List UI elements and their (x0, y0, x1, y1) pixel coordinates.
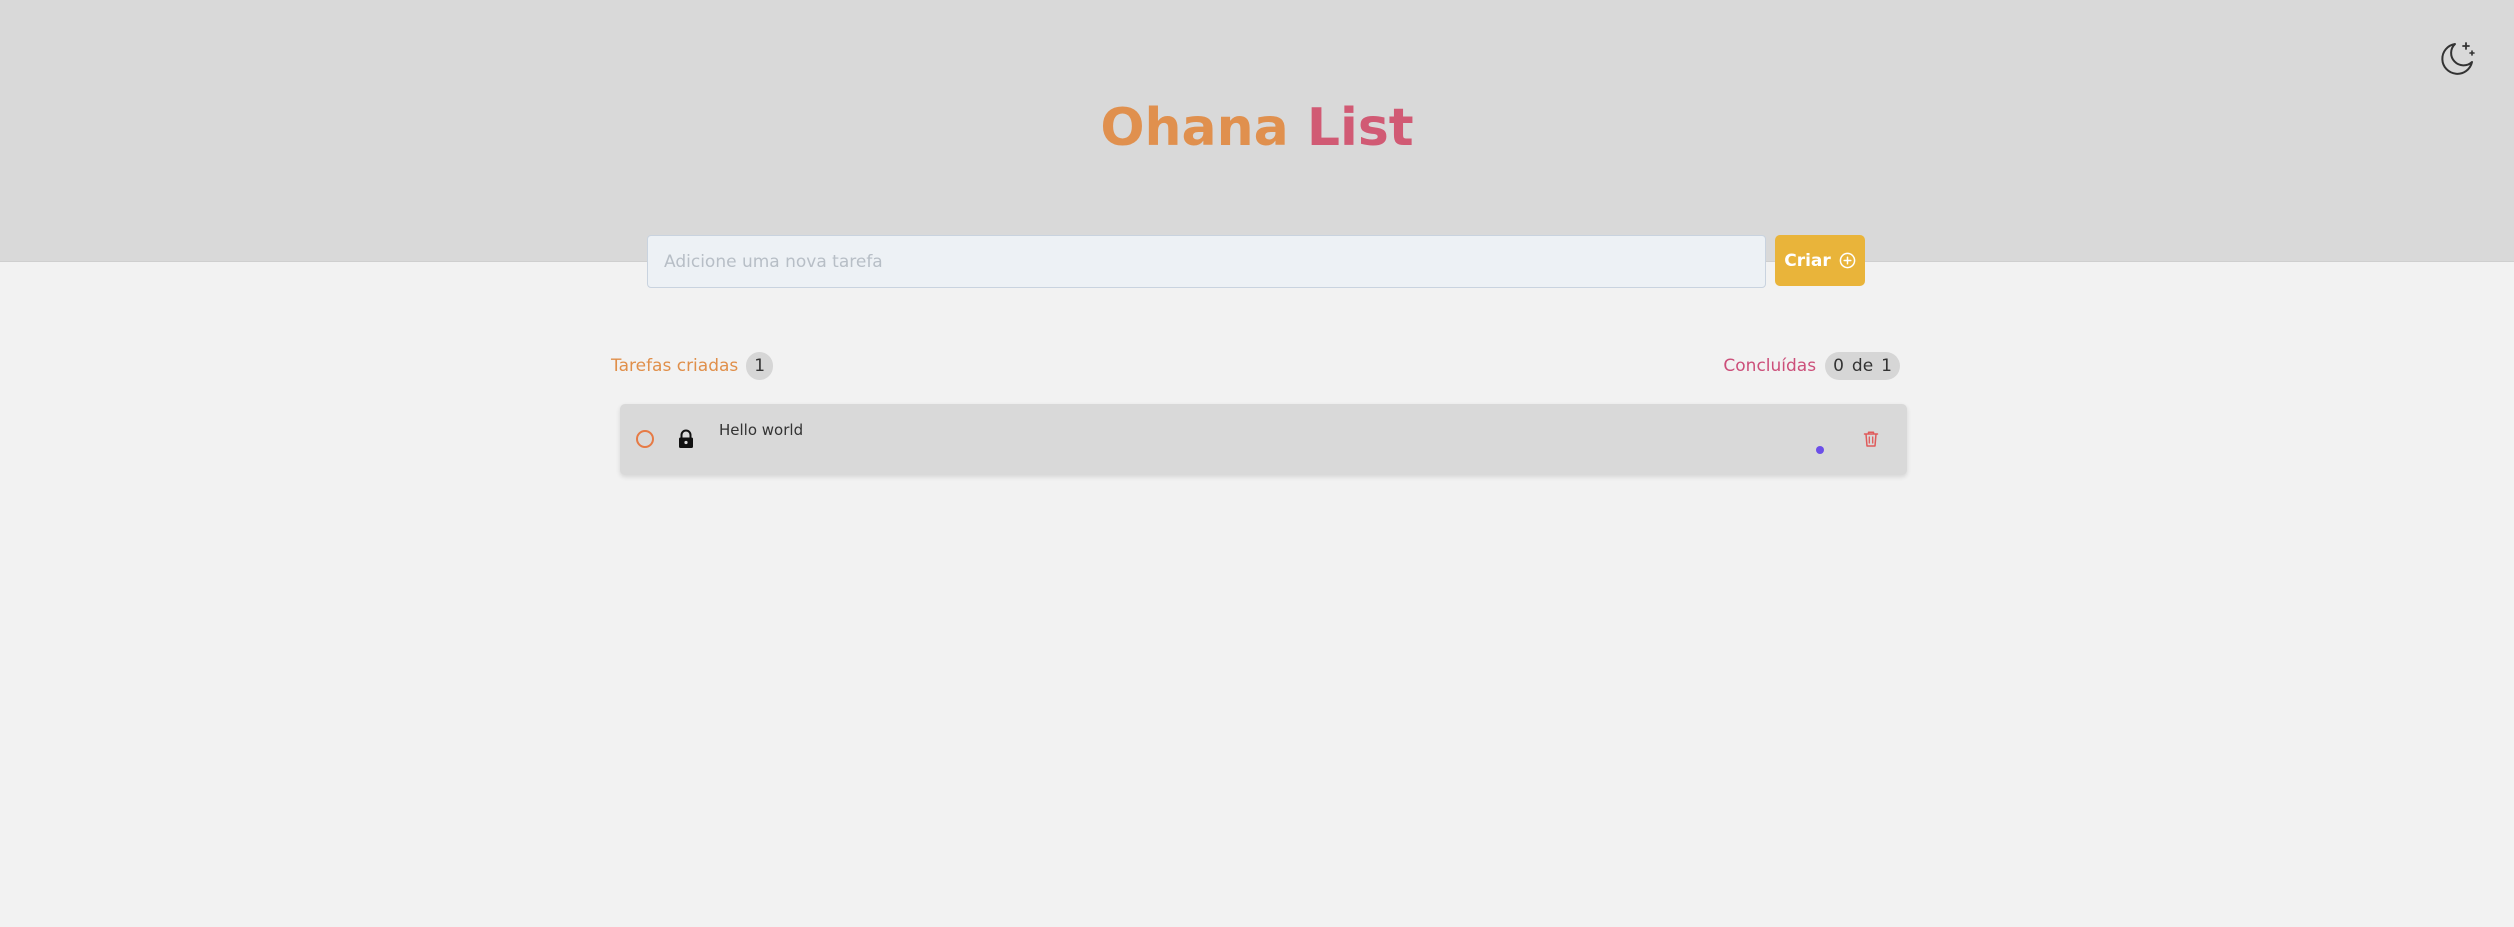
created-tasks-badge: 1 (746, 352, 774, 380)
completed-count: 0 (1833, 356, 1844, 376)
created-tasks-counter: Tarefas criadas 1 (611, 352, 774, 380)
logo-word-1: Ohana (1100, 98, 1289, 158)
completed-total: 1 (1881, 356, 1892, 376)
create-task-button[interactable]: Criar (1775, 235, 1865, 286)
lock-icon[interactable] (677, 429, 695, 449)
app-logo: Ohana List (0, 96, 2514, 160)
completed-tasks-label: Concluídas (1723, 356, 1817, 376)
completed-of: de (1851, 356, 1874, 376)
created-tasks-label: Tarefas criadas (611, 356, 739, 376)
task-complete-checkbox[interactable] (636, 430, 654, 448)
plus-circle-icon (1839, 252, 1856, 269)
app-header: Ohana List (0, 0, 2514, 262)
create-button-label: Criar (1784, 250, 1831, 271)
theme-toggle-button[interactable] (2438, 38, 2478, 78)
task-item: Hello world (620, 404, 1907, 475)
created-tasks-count: 1 (754, 356, 766, 376)
logo-word-2: List (1306, 98, 1414, 158)
moon-stars-icon (2441, 42, 2475, 75)
task-status-indicator (1816, 446, 1824, 454)
trash-icon[interactable] (1861, 429, 1881, 449)
completed-tasks-counter: Concluídas 0 de 1 (1723, 352, 1900, 380)
new-task-input[interactable] (647, 235, 1766, 288)
completed-tasks-badge: 0 de 1 (1825, 352, 1900, 380)
task-text: Hello world (719, 421, 804, 439)
